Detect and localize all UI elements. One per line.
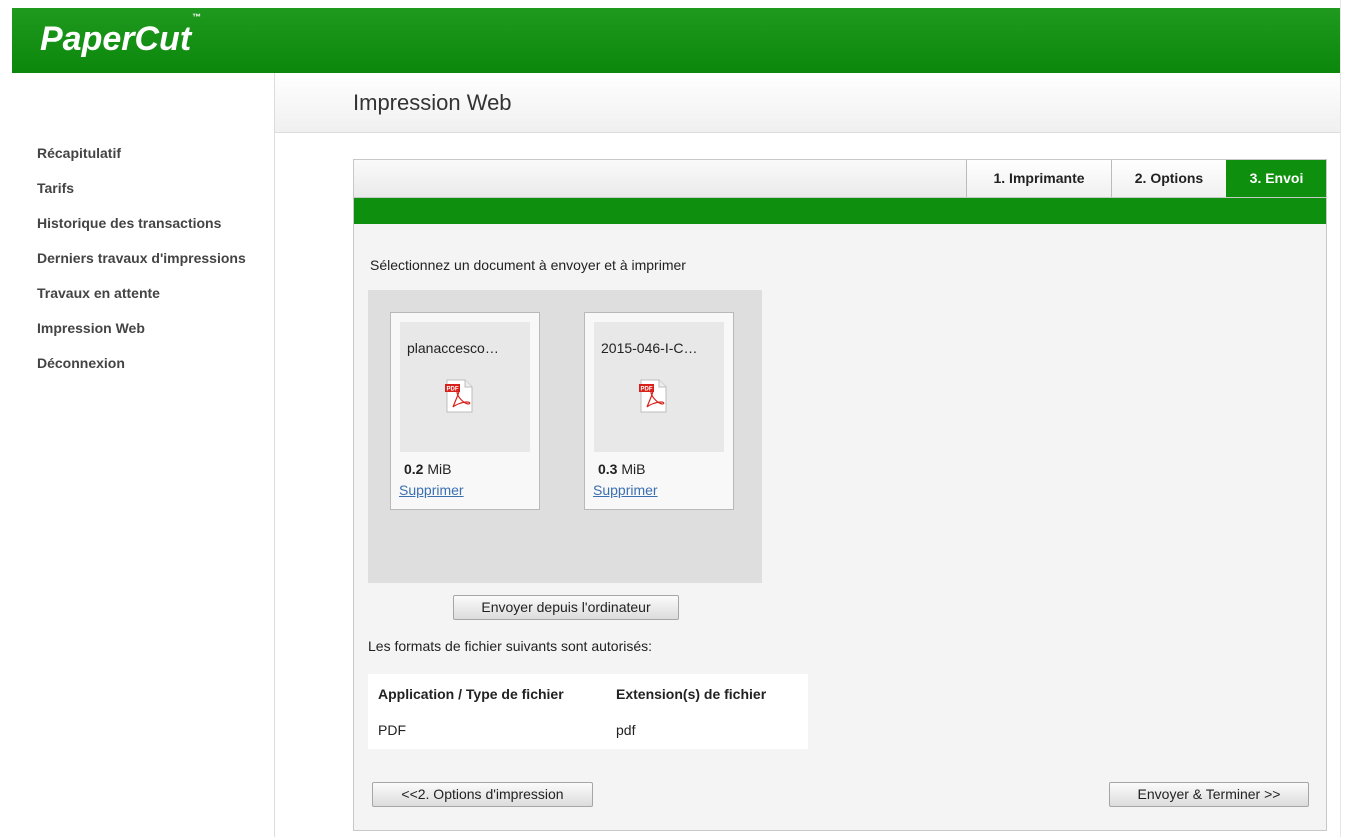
web-print-wizard-panel: 1. Imprimante 2. Options 3. Envoi Sélect… <box>353 159 1327 831</box>
file-name: 2015-046-I-C… <box>601 340 698 356</box>
submit-and-finish-button[interactable]: Envoyer & Terminer >> <box>1109 782 1309 807</box>
upload-from-computer-button[interactable]: Envoyer depuis l'ordinateur <box>453 595 679 620</box>
sidebar-item-web-print[interactable]: Impression Web <box>37 320 145 336</box>
pdf-file-icon: PDF <box>639 379 667 413</box>
wizard-green-strip <box>354 198 1326 224</box>
back-to-options-button[interactable]: <<2. Options d'impression <box>372 782 593 807</box>
table-cell-extension: pdf <box>616 722 636 738</box>
sidebar: Récapitulatif Tarifs Historique des tran… <box>12 73 275 837</box>
sidebar-item-logout[interactable]: Déconnexion <box>37 355 125 371</box>
file-size: 0.3 MiB <box>598 461 646 477</box>
pdf-file-icon: PDF <box>445 379 473 413</box>
sidebar-item-summary[interactable]: Récapitulatif <box>37 145 121 161</box>
logo-trademark: ™ <box>192 11 202 22</box>
logo-text: PaperCut <box>40 20 192 58</box>
sidebar-item-rates[interactable]: Tarifs <box>37 180 74 196</box>
uploaded-file-card: 2015-046-I-C… PDF 0.3 MiB Supprimer <box>584 312 734 510</box>
page-left-border <box>0 0 12 837</box>
step-upload: 3. Envoi <box>1226 160 1326 197</box>
papercut-logo[interactable]: PaperCut™ <box>40 12 201 59</box>
upload-instruction: Sélectionnez un document à envoyer et à … <box>370 257 686 273</box>
sidebar-item-transaction-history[interactable]: Historique des transactions <box>37 215 221 231</box>
step-printer: 1. Imprimante <box>966 160 1111 197</box>
sidebar-item-pending-jobs[interactable]: Travaux en attente <box>37 285 160 301</box>
file-name: planaccesco… <box>407 340 499 356</box>
uploaded-file-card: planaccesco… PDF 0.2 MiB Supprimer <box>390 312 540 510</box>
file-size: 0.2 MiB <box>404 461 452 477</box>
table-header-file-type: Application / Type de fichier <box>378 686 564 702</box>
file-preview: planaccesco… PDF <box>400 322 530 452</box>
wizard-steps-bar: 1. Imprimante 2. Options 3. Envoi <box>354 160 1326 198</box>
remove-file-link[interactable]: Supprimer <box>593 482 658 498</box>
step-options: 2. Options <box>1111 160 1226 197</box>
sidebar-item-recent-print-jobs[interactable]: Derniers travaux d'impressions <box>37 250 246 266</box>
page-title: Impression Web <box>353 90 512 115</box>
table-cell-file-type: PDF <box>378 722 406 738</box>
page-right-border <box>1340 0 1350 837</box>
app-header: PaperCut™ <box>12 8 1340 73</box>
page-title-bar: Impression Web <box>275 73 1340 133</box>
file-drop-zone[interactable]: planaccesco… PDF 0.2 MiB Supprimer 2015-… <box>368 290 762 583</box>
allowed-formats-table: Application / Type de fichier Extension(… <box>368 674 808 749</box>
table-header-extensions: Extension(s) de fichier <box>616 686 767 702</box>
file-preview: 2015-046-I-C… PDF <box>594 322 724 452</box>
allowed-formats-intro: Les formats de fichier suivants sont aut… <box>368 638 653 654</box>
remove-file-link[interactable]: Supprimer <box>399 482 464 498</box>
